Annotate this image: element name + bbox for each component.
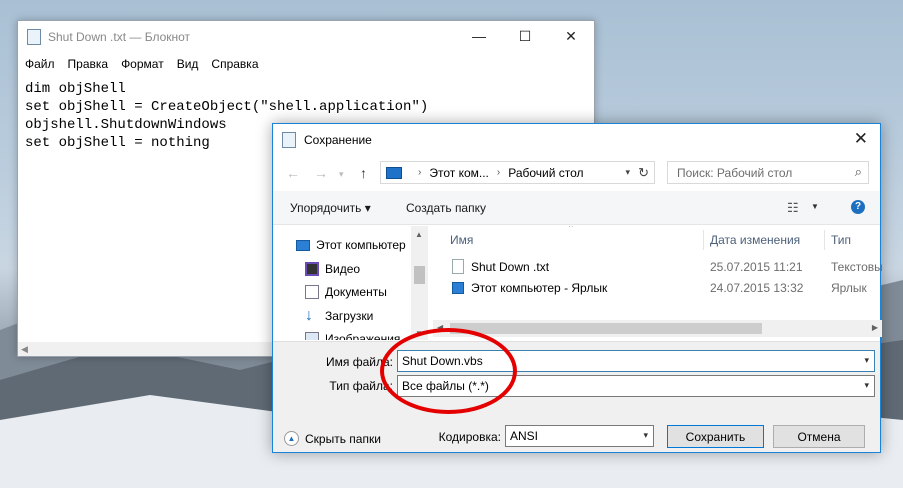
collapse-up-icon: ▲ — [284, 431, 299, 446]
chevron-down-icon[interactable]: ▾ — [864, 380, 869, 391]
hide-folders-label: Скрыть папки — [305, 431, 381, 446]
file-date: 25.07.2015 11:21 — [710, 260, 803, 274]
address-row: ← → ▾ ↑ › Этот ком... › Рабочий стол ▾ ↻… — [273, 158, 880, 188]
save-dialog: Сохранение ✕ ← → ▾ ↑ › Этот ком... › Раб… — [272, 123, 882, 453]
scrollbar-thumb[interactable] — [414, 266, 425, 284]
menu-help[interactable]: Справка — [211, 57, 258, 71]
menu-file[interactable]: Файл — [25, 57, 55, 71]
search-input[interactable]: Поиск: Рабочий стол ⌕ — [667, 161, 869, 184]
view-dropdown-icon[interactable]: ▼ — [811, 202, 819, 211]
downloads-icon: ↓ — [305, 307, 313, 324]
notepad-menubar: Файл Правка Формат Вид Справка — [18, 53, 594, 75]
pictures-icon — [305, 332, 319, 340]
view-options-icon[interactable]: ☷ — [787, 200, 799, 216]
file-type: Текстовый — [831, 260, 882, 274]
encoding-label: Кодировка: — [438, 430, 501, 444]
refresh-icon[interactable]: ↻ — [638, 165, 649, 181]
cancel-button[interactable]: Отмена — [773, 425, 865, 448]
recent-locations-icon[interactable]: ▾ — [339, 169, 344, 180]
filetype-label: Тип файла: — [329, 379, 393, 393]
address-dropdown-icon[interactable]: ▾ — [625, 167, 630, 178]
chevron-down-icon[interactable]: ▾ — [864, 355, 869, 366]
nav-item-label: Документы — [325, 285, 387, 299]
nav-item-label: Этот компьютер — [316, 238, 406, 252]
search-icon[interactable]: ⌕ — [855, 164, 862, 180]
column-type[interactable]: Тип — [831, 233, 851, 247]
file-type: Ярлык — [831, 281, 867, 295]
save-button[interactable]: Сохранить — [667, 425, 764, 448]
up-arrow-icon[interactable]: ↑ — [360, 165, 367, 181]
file-name: Этот компьютер - Ярлык — [471, 281, 608, 295]
close-button[interactable]: ✕ — [548, 21, 594, 51]
sort-ascending-icon: ^ — [569, 226, 573, 232]
file-horizontal-scrollbar[interactable]: ◀ ▶ — [433, 320, 882, 337]
notepad-app-icon — [27, 29, 41, 45]
nav-item-label: Изображения — [325, 332, 401, 340]
scroll-left-icon[interactable]: ◀ — [21, 344, 28, 355]
menu-format[interactable]: Формат — [121, 57, 164, 71]
navigation-pane: Этот компьютер Видео Документы ↓ Загрузк… — [273, 226, 428, 340]
nav-item-video[interactable]: Видео — [305, 262, 360, 276]
column-name[interactable]: Имя — [450, 233, 473, 247]
video-icon — [305, 262, 319, 276]
organize-button[interactable]: Упорядочить ▾ — [290, 201, 371, 215]
nav-item-documents[interactable]: Документы — [305, 285, 387, 299]
dialog-bottom-panel: Имя файла: Shut Down.vbs ▾ Тип файла: Вс… — [273, 341, 880, 452]
menu-edit[interactable]: Правка — [68, 57, 109, 71]
nav-item-pictures[interactable]: Изображения — [305, 332, 400, 340]
forward-arrow-icon[interactable]: → — [314, 165, 328, 181]
shortcut-icon — [452, 282, 464, 294]
scrollbar-thumb[interactable] — [450, 323, 762, 334]
nav-item-label: Видео — [325, 262, 361, 276]
address-bar[interactable]: › Этот ком... › Рабочий стол ▾ ↻ — [380, 161, 655, 184]
dialog-toolbar: Упорядочить ▾ Создать папку ☷ ▼ ? — [273, 191, 880, 225]
nav-item-label: Загрузки — [325, 309, 374, 323]
minimize-button[interactable]: — — [456, 21, 502, 51]
breadcrumb-this-pc[interactable]: Этот ком... — [429, 166, 489, 180]
file-name: Shut Down .txt — [471, 260, 550, 274]
new-folder-button[interactable]: Создать папку — [406, 201, 486, 215]
code-line: dim objShell — [25, 81, 126, 97]
computer-icon — [296, 239, 310, 251]
nav-item-downloads[interactable]: ↓ Загрузки — [305, 307, 374, 324]
scroll-up-icon[interactable]: ▲ — [415, 230, 423, 239]
dialog-title: Сохранение — [304, 133, 372, 147]
column-divider[interactable] — [703, 230, 704, 250]
file-date: 24.07.2015 13:32 — [710, 281, 804, 295]
encoding-select[interactable]: ANSI ▾ — [505, 425, 654, 447]
computer-icon — [386, 166, 402, 179]
chevron-right-icon[interactable]: › — [418, 167, 421, 178]
chevron-right-icon[interactable]: › — [497, 167, 500, 178]
column-date[interactable]: Дата изменения — [710, 233, 800, 247]
dialog-app-icon — [282, 132, 296, 148]
annotation-circle — [380, 328, 517, 414]
search-placeholder: Поиск: Рабочий стол — [677, 165, 793, 180]
breadcrumb-desktop[interactable]: Рабочий стол — [508, 166, 583, 180]
dialog-close-button[interactable]: ✕ — [854, 129, 868, 149]
notepad-titlebar[interactable]: Shut Down .txt — Блокнот — ☐ ✕ — [18, 21, 594, 53]
column-divider[interactable] — [824, 230, 825, 250]
scroll-right-icon[interactable]: ▶ — [872, 323, 878, 332]
text-file-icon — [452, 259, 464, 274]
help-icon[interactable]: ? — [851, 200, 865, 214]
code-line: set objShell = CreateObject("shell.appli… — [25, 99, 429, 115]
file-row[interactable]: Shut Down .txt 25.07.2015 11:21 Текстовы… — [433, 257, 882, 277]
chevron-down-icon[interactable]: ▾ — [643, 430, 648, 441]
file-list: ^ Имя Дата изменения Тип Shut Down .txt … — [433, 226, 882, 340]
documents-icon — [305, 285, 319, 299]
nav-vertical-scrollbar[interactable]: ▲ ▼ — [411, 226, 428, 340]
filename-label: Имя файла: — [326, 355, 393, 369]
back-arrow-icon[interactable]: ← — [286, 165, 300, 181]
hide-folders-button[interactable]: ▲ Скрыть папки — [284, 431, 381, 446]
menu-view[interactable]: Вид — [177, 57, 199, 71]
maximize-button[interactable]: ☐ — [502, 21, 548, 51]
encoding-value: ANSI — [510, 429, 539, 443]
nav-item-this-pc[interactable]: Этот компьютер — [296, 238, 406, 252]
notepad-title: Shut Down .txt — Блокнот — [48, 30, 191, 44]
dialog-titlebar[interactable]: Сохранение ✕ — [273, 124, 880, 156]
file-row[interactable]: Этот компьютер - Ярлык 24.07.2015 13:32 … — [433, 278, 882, 298]
